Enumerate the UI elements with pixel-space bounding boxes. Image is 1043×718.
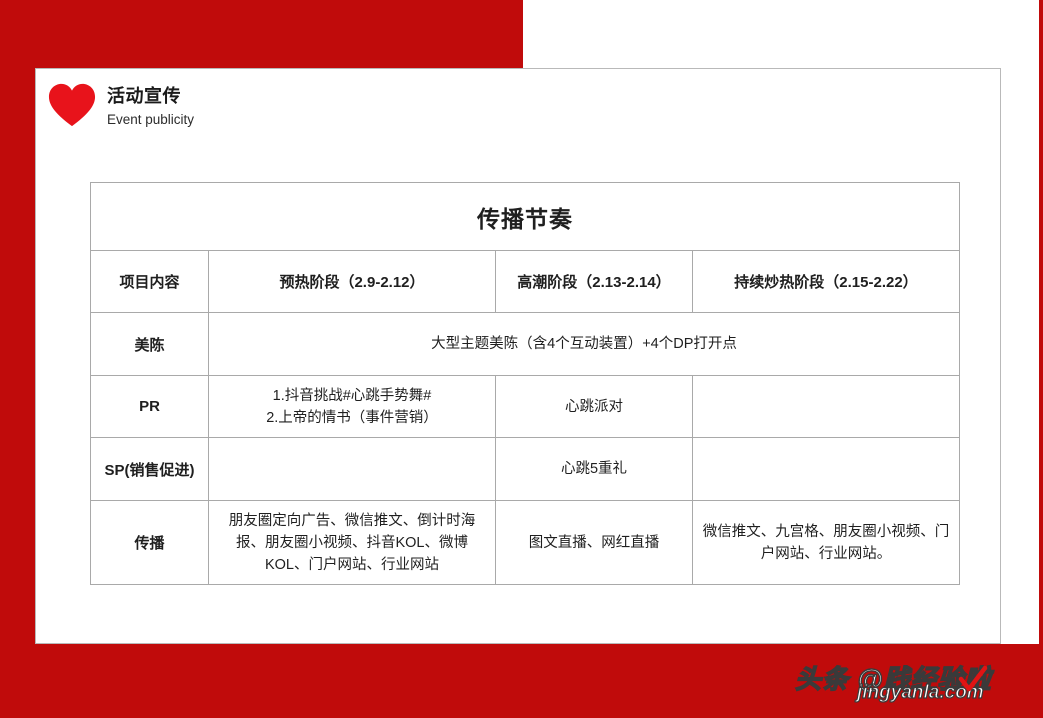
row-label-chuanbo: 传播 bbox=[90, 500, 209, 585]
column-header-item: 项目内容 bbox=[90, 250, 209, 313]
table-row: 传播 朋友圈定向广告、微信推文、倒计时海报、朋友圈小视频、抖音KOL、微博KOL… bbox=[90, 500, 960, 585]
red-left-decoration bbox=[0, 68, 35, 644]
column-header-climax: 高潮阶段（2.13-2.14） bbox=[495, 250, 693, 313]
cell-pr-climax: 心跳派对 bbox=[495, 375, 693, 438]
heading-text-group: 活动宣传 Event publicity bbox=[107, 79, 194, 130]
cell-chuanbo-warmup: 朋友圈定向广告、微信推文、倒计时海报、朋友圈小视频、抖音KOL、微博KOL、门户… bbox=[208, 500, 496, 585]
table-header-row: 项目内容 预热阶段（2.9-2.12） 高潮阶段（2.13-2.14） 持续炒热… bbox=[90, 250, 960, 313]
slide-heading: 活动宣传 Event publicity bbox=[48, 79, 194, 130]
page-subtitle: Event publicity bbox=[107, 112, 195, 127]
table-row: SP(销售促进) 心跳5重礼 bbox=[90, 437, 960, 501]
column-header-warmup: 预热阶段（2.9-2.12） bbox=[208, 250, 496, 313]
cell-chuanbo-sustain: 微信推文、九宫格、朋友圈小视频、门户网站、行业网站。 bbox=[692, 500, 960, 585]
red-top-decoration bbox=[0, 0, 523, 68]
cell-pr-sustain bbox=[692, 375, 960, 438]
table-row: PR 1.抖音挑战#心跳手势舞# 2.上帝的情书（事件营销） 心跳派对 bbox=[90, 375, 960, 438]
red-right-decoration bbox=[1039, 0, 1043, 718]
cell-sp-climax: 心跳5重礼 bbox=[495, 437, 693, 501]
page-title: 活动宣传 bbox=[107, 86, 181, 106]
table-title: 传播节奏 bbox=[90, 182, 960, 251]
heart-icon bbox=[48, 83, 96, 127]
cell-pr-warmup: 1.抖音挑战#心跳手势舞# 2.上帝的情书（事件营销） bbox=[208, 375, 496, 438]
row-label-pr: PR bbox=[90, 375, 209, 438]
column-header-sustain: 持续炒热阶段（2.15-2.22） bbox=[692, 250, 960, 313]
cell-sp-sustain bbox=[692, 437, 960, 501]
cell-meichen-merged: 大型主题美陈（含4个互动装置）+4个DP打开点 bbox=[208, 312, 960, 376]
check-icon bbox=[958, 666, 988, 692]
content-card: 活动宣传 Event publicity 传播节奏 项目内容 预热阶段（2.9-… bbox=[35, 68, 1001, 644]
cell-chuanbo-climax: 图文直播、网红直播 bbox=[495, 500, 693, 585]
communication-rhythm-table: 传播节奏 项目内容 预热阶段（2.9-2.12） 高潮阶段（2.13-2.14）… bbox=[90, 182, 960, 585]
slide-canvas: 活动宣传 Event publicity 传播节奏 项目内容 预热阶段（2.9-… bbox=[0, 0, 1043, 718]
row-label-sp: SP(销售促进) bbox=[90, 437, 209, 501]
cell-sp-warmup bbox=[208, 437, 496, 501]
watermark: 头条 @践经验啦 jingyanla.com bbox=[794, 663, 1035, 714]
table-row: 美陈 大型主题美陈（含4个互动装置）+4个DP打开点 bbox=[90, 312, 960, 376]
row-label-meichen: 美陈 bbox=[90, 312, 209, 376]
table-title-row: 传播节奏 bbox=[90, 182, 960, 251]
